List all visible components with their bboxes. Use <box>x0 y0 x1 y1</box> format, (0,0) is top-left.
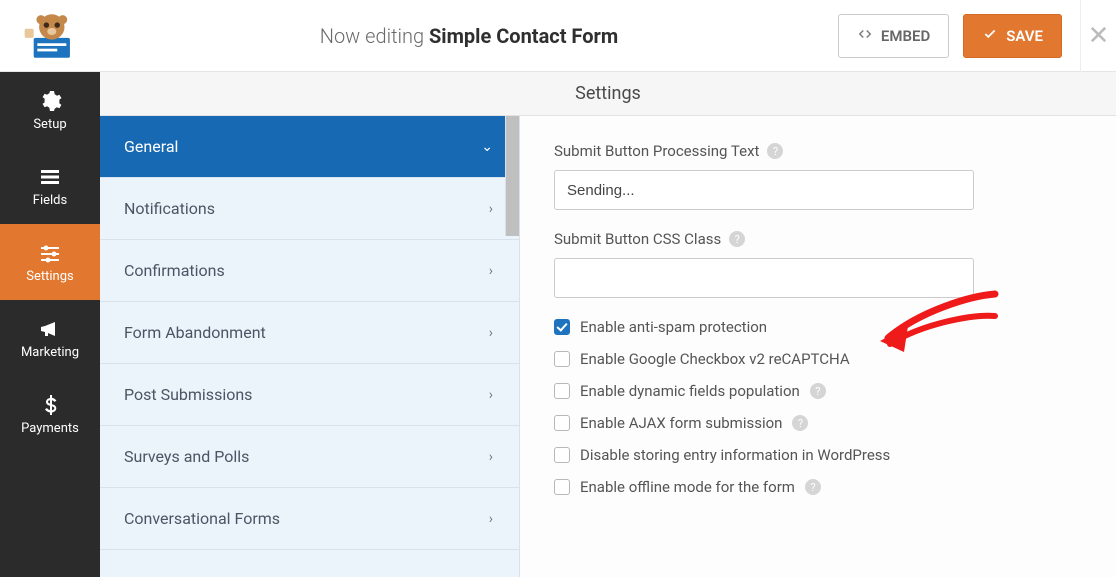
field-label-text: Submit Button Processing Text <box>554 142 759 160</box>
page-title: Now editing Simple Contact Form <box>100 24 838 48</box>
checkbox-offline-mode[interactable]: Enable offline mode for the form ? <box>554 478 1082 496</box>
settings-header: Settings <box>100 72 1116 116</box>
gear-icon <box>38 89 62 113</box>
subnav-label: Conversational Forms <box>124 509 280 528</box>
nav-fields[interactable]: Fields <box>0 148 100 224</box>
list-icon <box>38 165 62 189</box>
subnav-general[interactable]: General ⌄ <box>100 116 519 178</box>
checkbox-label: Enable offline mode for the form <box>580 478 795 496</box>
checkbox-icon <box>554 447 570 463</box>
subnav-label: General <box>124 137 178 156</box>
embed-button[interactable]: EMBED <box>838 14 949 58</box>
checkbox-label: Enable AJAX form submission <box>580 414 782 432</box>
nav-setup[interactable]: Setup <box>0 72 100 148</box>
main-area: Setup Fields Settings Marketing Payments… <box>0 72 1116 577</box>
nav-payments[interactable]: Payments <box>0 376 100 452</box>
close-icon: ✕ <box>1088 21 1110 51</box>
checkbox-recaptcha[interactable]: Enable Google Checkbox v2 reCAPTCHA <box>554 350 1082 368</box>
help-icon[interactable]: ? <box>767 143 783 159</box>
subnav-label: Surveys and Polls <box>124 447 249 466</box>
check-icon <box>982 27 998 45</box>
chevron-right-icon: › <box>489 449 493 465</box>
nav-label: Settings <box>26 269 73 284</box>
bullhorn-icon <box>38 317 62 341</box>
app-logo <box>0 0 100 72</box>
help-icon[interactable]: ? <box>810 383 826 399</box>
checkbox-icon <box>554 351 570 367</box>
chevron-right-icon: › <box>489 387 493 403</box>
chevron-right-icon: › <box>489 263 493 279</box>
checkbox-icon <box>554 383 570 399</box>
help-icon[interactable]: ? <box>792 415 808 431</box>
subnav-post-submissions[interactable]: Post Submissions › <box>100 364 519 426</box>
top-bar: Now editing Simple Contact Form EMBED SA… <box>0 0 1116 72</box>
checkbox-label: Enable dynamic fields population <box>580 382 800 400</box>
top-actions: EMBED SAVE <box>838 14 1080 58</box>
checkbox-disable-storing[interactable]: Disable storing entry information in Wor… <box>554 446 1082 464</box>
scrollbar-thumb[interactable] <box>505 116 519 236</box>
checkbox-label: Enable Google Checkbox v2 reCAPTCHA <box>580 350 850 368</box>
sliders-icon <box>38 241 62 265</box>
close-button[interactable]: ✕ <box>1080 0 1116 72</box>
editing-prefix: Now editing <box>320 24 429 48</box>
subnav-label: Form Abandonment <box>124 323 266 342</box>
checkbox-dynamic-fields[interactable]: Enable dynamic fields population ? <box>554 382 1082 400</box>
chevron-right-icon: › <box>489 511 493 527</box>
chevron-down-icon: ⌄ <box>481 139 493 155</box>
settings-pane: Submit Button Processing Text ? Submit B… <box>520 72 1116 577</box>
save-label: SAVE <box>1006 27 1043 45</box>
icon-nav: Setup Fields Settings Marketing Payments <box>0 72 100 577</box>
subnav-label: Confirmations <box>124 261 225 280</box>
checkbox-icon <box>554 415 570 431</box>
subnav-label: Post Submissions <box>124 385 252 404</box>
subnav-conversational-forms[interactable]: Conversational Forms › <box>100 488 519 550</box>
chevron-right-icon: › <box>489 201 493 217</box>
checkbox-anti-spam[interactable]: Enable anti-spam protection <box>554 318 1082 336</box>
save-button[interactable]: SAVE <box>963 14 1062 58</box>
nav-label: Payments <box>21 421 79 436</box>
field-submit-processing: Submit Button Processing Text ? <box>554 142 1082 210</box>
checkbox-ajax-submit[interactable]: Enable AJAX form submission ? <box>554 414 1082 432</box>
dollar-icon <box>38 393 62 417</box>
help-icon[interactable]: ? <box>805 479 821 495</box>
subnav-form-abandonment[interactable]: Form Abandonment › <box>100 302 519 364</box>
embed-label: EMBED <box>881 27 930 45</box>
checkbox-label: Disable storing entry information in Wor… <box>580 446 890 464</box>
subnav-confirmations[interactable]: Confirmations › <box>100 240 519 302</box>
subnav-surveys-polls[interactable]: Surveys and Polls › <box>100 426 519 488</box>
nav-settings[interactable]: Settings <box>0 224 100 300</box>
help-icon[interactable]: ? <box>729 231 745 247</box>
subnav-notifications[interactable]: Notifications › <box>100 178 519 240</box>
nav-marketing[interactable]: Marketing <box>0 300 100 376</box>
nav-label: Setup <box>33 117 66 132</box>
checkbox-icon <box>554 479 570 495</box>
nav-label: Marketing <box>21 345 79 360</box>
code-icon <box>857 27 873 45</box>
submit-processing-input[interactable] <box>554 170 974 210</box>
submit-css-input[interactable] <box>554 258 974 298</box>
form-name: Simple Contact Form <box>429 24 618 48</box>
field-label-text: Submit Button CSS Class <box>554 230 721 248</box>
settings-subnav: General ⌄ Notifications › Confirmations … <box>100 72 520 577</box>
chevron-right-icon: › <box>489 325 493 341</box>
field-submit-css: Submit Button CSS Class ? <box>554 230 1082 298</box>
subnav-label: Notifications <box>124 199 215 218</box>
checkbox-label: Enable anti-spam protection <box>580 318 767 336</box>
checkbox-icon <box>554 319 570 335</box>
nav-label: Fields <box>33 193 67 208</box>
